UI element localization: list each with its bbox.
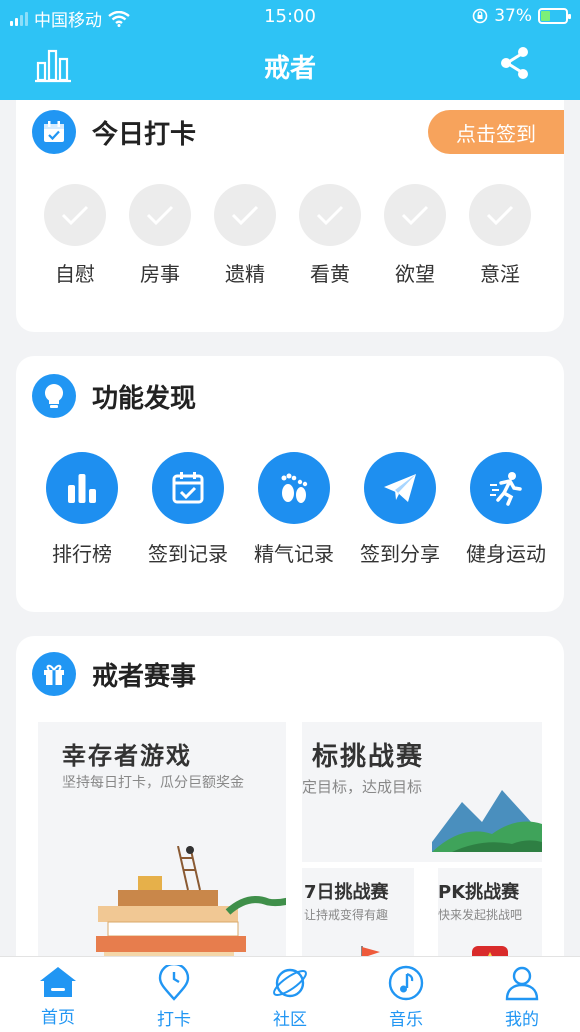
feature-label: 健身运动	[466, 542, 546, 566]
calendar-icon	[32, 110, 76, 154]
feature-checkin-share[interactable]: 签到分享	[356, 452, 444, 567]
footprint-icon	[258, 452, 330, 524]
tab-label: 首页	[41, 1008, 75, 1028]
checkin-item-label: 欲望	[395, 262, 435, 286]
checkin-list: 自慰 房事 遗精 看黄 欲望 意淫	[44, 184, 531, 287]
checkmark-icon	[129, 184, 191, 246]
tab-music[interactable]: 音乐	[348, 957, 464, 1032]
planet-icon	[273, 968, 307, 998]
feature-label: 签到分享	[360, 542, 440, 566]
checkin-item[interactable]: 遗精	[214, 184, 276, 287]
user-icon	[505, 966, 539, 1001]
checkin-item-label: 遗精	[225, 262, 265, 286]
checkin-item-label: 自慰	[55, 262, 95, 286]
pk-challenge-title: PK挑战赛	[438, 882, 520, 903]
rotation-lock-icon	[472, 8, 488, 24]
feature-ranking[interactable]: 排行榜	[38, 452, 126, 567]
target-challenge-title: 标挑战赛	[312, 742, 425, 772]
checkin-title: 今日打卡	[92, 119, 197, 150]
battery-icon	[538, 8, 571, 24]
checkin-item-label: 房事	[140, 262, 180, 286]
events-card: 戒者赛事 幸存者游戏 坚持每日打卡，瓜分巨额奖金 标挑战赛 定目标，达成目标 7…	[16, 636, 564, 976]
tab-label: 音乐	[389, 1010, 423, 1030]
checkin-item-label: 看黄	[310, 262, 350, 286]
checkin-item[interactable]: 欲望	[384, 184, 446, 287]
tab-community[interactable]: 社区	[232, 957, 348, 1032]
seven-day-challenge-title: 7日挑战赛	[304, 882, 389, 903]
discover-title: 功能发现	[92, 383, 197, 414]
checkin-button[interactable]: 点击签到	[428, 110, 564, 154]
checkin-item[interactable]: 自慰	[44, 184, 106, 287]
feature-label: 签到记录	[148, 542, 228, 566]
bar-chart-icon	[46, 452, 118, 524]
tab-checkin[interactable]: 打卡	[116, 957, 232, 1032]
checkmark-icon	[384, 184, 446, 246]
feature-label: 排行榜	[52, 542, 112, 566]
checkin-item[interactable]: 看黄	[299, 184, 361, 287]
checkmark-icon	[469, 184, 531, 246]
target-challenge-subtitle: 定目标，达成目标	[302, 778, 423, 796]
clock-pin-icon	[158, 965, 190, 1001]
checkmark-icon	[214, 184, 276, 246]
events-title: 戒者赛事	[92, 661, 197, 692]
target-challenge-banner[interactable]: 标挑战赛 定目标，达成目标	[302, 722, 542, 862]
checkin-item[interactable]: 房事	[129, 184, 191, 287]
checkmark-icon	[44, 184, 106, 246]
app-header: 中国移动 15:00 37% 戒者	[0, 0, 580, 100]
status-bar: 中国移动 15:00 37%	[0, 0, 580, 34]
page-title: 戒者	[263, 54, 316, 84]
battery-level	[541, 11, 550, 21]
feature-list: 排行榜 签到记录 精气记录 签到分享 健身运动	[38, 452, 550, 567]
share-icon	[501, 47, 528, 79]
music-note-icon	[388, 965, 424, 1001]
feature-label: 精气记录	[254, 542, 334, 566]
mountain-illustration	[432, 790, 542, 852]
paper-plane-icon	[364, 452, 436, 524]
feature-fitness[interactable]: 健身运动	[462, 452, 550, 567]
checkin-item-label: 意淫	[480, 262, 520, 286]
survivor-game-banner[interactable]: 幸存者游戏 坚持每日打卡，瓜分巨额奖金	[38, 722, 286, 976]
tab-label: 社区	[273, 1010, 307, 1030]
pk-challenge-subtitle: 快来发起挑战吧	[438, 908, 523, 922]
seven-day-challenge-subtitle: 让持戒变得有趣	[304, 908, 389, 922]
checkin-item[interactable]: 意淫	[469, 184, 531, 287]
tab-home[interactable]: 首页	[0, 957, 116, 1032]
home-icon	[40, 967, 76, 997]
survivor-game-subtitle: 坚持每日打卡，瓜分巨额奖金	[62, 775, 244, 791]
battery-percent: 37%	[494, 6, 532, 26]
calendar-check-icon	[152, 452, 224, 524]
tab-profile[interactable]: 我的	[464, 957, 580, 1032]
bottom-tab-bar: 首页 打卡 社区 音乐 我的	[0, 956, 580, 1032]
checkin-card: 今日打卡 点击签到 自慰 房事 遗精 看黄 欲望 意淫	[16, 100, 564, 332]
gift-icon	[32, 652, 76, 696]
survivor-game-title: 幸存者游戏	[62, 742, 192, 770]
discover-card: 功能发现 排行榜 签到记录 精气记录 签到分享 健身运动	[16, 356, 564, 612]
tab-label: 打卡	[157, 1010, 191, 1030]
share-button[interactable]	[500, 46, 540, 86]
feature-checkin-record[interactable]: 签到记录	[144, 452, 232, 567]
running-icon	[470, 452, 542, 524]
lightbulb-icon	[32, 374, 76, 418]
tab-label: 我的	[505, 1010, 539, 1030]
feature-energy-record[interactable]: 精气记录	[250, 452, 338, 567]
checkmark-icon	[299, 184, 361, 246]
